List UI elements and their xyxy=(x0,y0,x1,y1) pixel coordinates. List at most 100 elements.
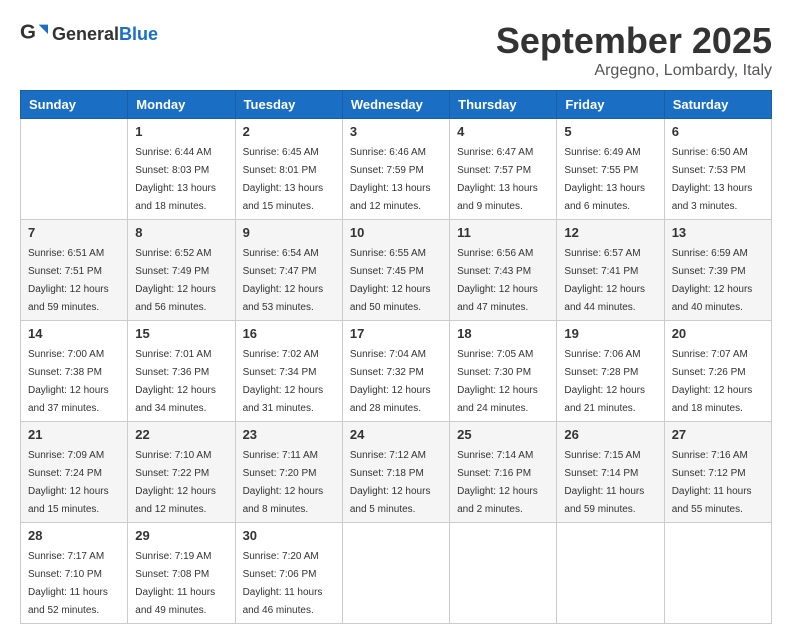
weekday-header-row: Sunday Monday Tuesday Wednesday Thursday… xyxy=(21,91,772,119)
day-number: 18 xyxy=(457,326,549,341)
day-info: Sunrise: 7:10 AM Sunset: 7:22 PM Dayligh… xyxy=(135,450,216,515)
day-info: Sunrise: 7:12 AM Sunset: 7:18 PM Dayligh… xyxy=(350,450,431,515)
day-number: 9 xyxy=(243,225,335,240)
weekday-sunday: Sunday xyxy=(21,91,128,119)
day-number: 12 xyxy=(564,225,656,240)
day-number: 30 xyxy=(243,528,335,543)
calendar-cell: 4 Sunrise: 6:47 AM Sunset: 7:57 PM Daylig… xyxy=(450,119,557,220)
day-info: Sunrise: 6:44 AM Sunset: 8:03 PM Dayligh… xyxy=(135,147,216,212)
day-number: 7 xyxy=(28,225,120,240)
day-info: Sunrise: 7:05 AM Sunset: 7:30 PM Dayligh… xyxy=(457,349,538,414)
day-number: 8 xyxy=(135,225,227,240)
day-number: 16 xyxy=(243,326,335,341)
calendar-cell: 9 Sunrise: 6:54 AM Sunset: 7:47 PM Daylig… xyxy=(235,220,342,321)
day-info: Sunrise: 7:02 AM Sunset: 7:34 PM Dayligh… xyxy=(243,349,324,414)
day-info: Sunrise: 7:19 AM Sunset: 7:08 PM Dayligh… xyxy=(135,551,215,616)
calendar-cell: 8 Sunrise: 6:52 AM Sunset: 7:49 PM Daylig… xyxy=(128,220,235,321)
day-number: 13 xyxy=(672,225,764,240)
day-info: Sunrise: 7:07 AM Sunset: 7:26 PM Dayligh… xyxy=(672,349,753,414)
calendar-cell: 18 Sunrise: 7:05 AM Sunset: 7:30 PM Dayli… xyxy=(450,321,557,422)
calendar-cell: 7 Sunrise: 6:51 AM Sunset: 7:51 PM Daylig… xyxy=(21,220,128,321)
week-row-1: 1 Sunrise: 6:44 AM Sunset: 8:03 PM Daylig… xyxy=(21,119,772,220)
day-info: Sunrise: 6:49 AM Sunset: 7:55 PM Dayligh… xyxy=(564,147,645,212)
calendar-cell: 29 Sunrise: 7:19 AM Sunset: 7:08 PM Dayli… xyxy=(128,523,235,624)
day-number: 6 xyxy=(672,124,764,139)
day-number: 26 xyxy=(564,427,656,442)
calendar-cell: 6 Sunrise: 6:50 AM Sunset: 7:53 PM Daylig… xyxy=(664,119,771,220)
calendar-cell xyxy=(557,523,664,624)
day-info: Sunrise: 7:04 AM Sunset: 7:32 PM Dayligh… xyxy=(350,349,431,414)
day-info: Sunrise: 7:15 AM Sunset: 7:14 PM Dayligh… xyxy=(564,450,644,515)
weekday-friday: Friday xyxy=(557,91,664,119)
calendar-cell xyxy=(450,523,557,624)
calendar-cell: 21 Sunrise: 7:09 AM Sunset: 7:24 PM Dayli… xyxy=(21,422,128,523)
day-info: Sunrise: 6:45 AM Sunset: 8:01 PM Dayligh… xyxy=(243,147,324,212)
day-number: 15 xyxy=(135,326,227,341)
week-row-4: 21 Sunrise: 7:09 AM Sunset: 7:24 PM Dayli… xyxy=(21,422,772,523)
calendar-cell: 27Sunrise: 7:16 AM Sunset: 7:12 PM Dayli… xyxy=(664,422,771,523)
day-number: 4 xyxy=(457,124,549,139)
day-info: Sunrise: 7:11 AM Sunset: 7:20 PM Dayligh… xyxy=(243,450,324,515)
weekday-tuesday: Tuesday xyxy=(235,91,342,119)
calendar-cell: 12Sunrise: 6:57 AM Sunset: 7:41 PM Dayli… xyxy=(557,220,664,321)
day-info: Sunrise: 6:51 AM Sunset: 7:51 PM Dayligh… xyxy=(28,248,109,313)
logo: G GeneralBlue xyxy=(20,20,158,48)
calendar-cell: 17 Sunrise: 7:04 AM Sunset: 7:32 PM Dayli… xyxy=(342,321,449,422)
day-info: Sunrise: 7:01 AM Sunset: 7:36 PM Dayligh… xyxy=(135,349,216,414)
logo-icon: G xyxy=(20,20,48,48)
day-number: 20 xyxy=(672,326,764,341)
day-number: 1 xyxy=(135,124,227,139)
day-info: Sunrise: 6:55 AM Sunset: 7:45 PM Dayligh… xyxy=(350,248,431,313)
calendar-cell: 10 Sunrise: 6:55 AM Sunset: 7:45 PM Dayli… xyxy=(342,220,449,321)
day-info: Sunrise: 6:50 AM Sunset: 7:53 PM Dayligh… xyxy=(672,147,753,212)
day-info: Sunrise: 6:46 AM Sunset: 7:59 PM Dayligh… xyxy=(350,147,431,212)
day-number: 29 xyxy=(135,528,227,543)
svg-text:G: G xyxy=(20,21,36,44)
calendar-cell: 11Sunrise: 6:56 AM Sunset: 7:43 PM Dayli… xyxy=(450,220,557,321)
day-number: 19 xyxy=(564,326,656,341)
day-number: 23 xyxy=(243,427,335,442)
day-number: 27 xyxy=(672,427,764,442)
weekday-monday: Monday xyxy=(128,91,235,119)
day-info: Sunrise: 6:56 AM Sunset: 7:43 PM Dayligh… xyxy=(457,248,538,313)
day-info: Sunrise: 7:06 AM Sunset: 7:28 PM Dayligh… xyxy=(564,349,645,414)
page-header: G GeneralBlue September 2025 Argegno, Lo… xyxy=(20,20,772,80)
calendar-cell: 26 Sunrise: 7:15 AM Sunset: 7:14 PM Dayli… xyxy=(557,422,664,523)
day-info: Sunrise: 6:59 AM Sunset: 7:39 PM Dayligh… xyxy=(672,248,753,313)
calendar-cell: 5 Sunrise: 6:49 AM Sunset: 7:55 PM Daylig… xyxy=(557,119,664,220)
calendar-cell: 1 Sunrise: 6:44 AM Sunset: 8:03 PM Daylig… xyxy=(128,119,235,220)
calendar-cell: 23 Sunrise: 7:11 AM Sunset: 7:20 PM Dayli… xyxy=(235,422,342,523)
day-info: Sunrise: 6:47 AM Sunset: 7:57 PM Dayligh… xyxy=(457,147,538,212)
day-number: 24 xyxy=(350,427,442,442)
calendar-cell: 16 Sunrise: 7:02 AM Sunset: 7:34 PM Dayli… xyxy=(235,321,342,422)
calendar-cell xyxy=(664,523,771,624)
day-info: Sunrise: 6:54 AM Sunset: 7:47 PM Dayligh… xyxy=(243,248,324,313)
day-number: 17 xyxy=(350,326,442,341)
calendar-cell xyxy=(342,523,449,624)
day-number: 10 xyxy=(350,225,442,240)
month-title: September 2025 xyxy=(496,20,772,62)
day-number: 14 xyxy=(28,326,120,341)
day-info: Sunrise: 7:09 AM Sunset: 7:24 PM Dayligh… xyxy=(28,450,109,515)
calendar-cell: 2Sunrise: 6:45 AM Sunset: 8:01 PM Daylig… xyxy=(235,119,342,220)
calendar-cell: 24 Sunrise: 7:12 AM Sunset: 7:18 PM Dayli… xyxy=(342,422,449,523)
day-info: Sunrise: 6:52 AM Sunset: 7:49 PM Dayligh… xyxy=(135,248,216,313)
location-title: Argegno, Lombardy, Italy xyxy=(496,62,772,80)
week-row-3: 14 Sunrise: 7:00 AM Sunset: 7:38 PM Dayli… xyxy=(21,321,772,422)
logo-general: General xyxy=(52,24,119,44)
calendar-cell: 3Sunrise: 6:46 AM Sunset: 7:59 PM Daylig… xyxy=(342,119,449,220)
calendar-table: Sunday Monday Tuesday Wednesday Thursday… xyxy=(20,90,772,624)
day-number: 5 xyxy=(564,124,656,139)
day-info: Sunrise: 7:00 AM Sunset: 7:38 PM Dayligh… xyxy=(28,349,109,414)
calendar-cell: 25Sunrise: 7:14 AM Sunset: 7:16 PM Dayli… xyxy=(450,422,557,523)
calendar-cell: 20 Sunrise: 7:07 AM Sunset: 7:26 PM Dayli… xyxy=(664,321,771,422)
week-row-2: 7 Sunrise: 6:51 AM Sunset: 7:51 PM Daylig… xyxy=(21,220,772,321)
day-info: Sunrise: 7:14 AM Sunset: 7:16 PM Dayligh… xyxy=(457,450,538,515)
day-number: 28 xyxy=(28,528,120,543)
calendar-cell: 15 Sunrise: 7:01 AM Sunset: 7:36 PM Dayli… xyxy=(128,321,235,422)
logo-blue: Blue xyxy=(119,24,158,44)
calendar-cell: 14 Sunrise: 7:00 AM Sunset: 7:38 PM Dayli… xyxy=(21,321,128,422)
calendar-cell: 28Sunrise: 7:17 AM Sunset: 7:10 PM Dayli… xyxy=(21,523,128,624)
day-number: 21 xyxy=(28,427,120,442)
weekday-wednesday: Wednesday xyxy=(342,91,449,119)
